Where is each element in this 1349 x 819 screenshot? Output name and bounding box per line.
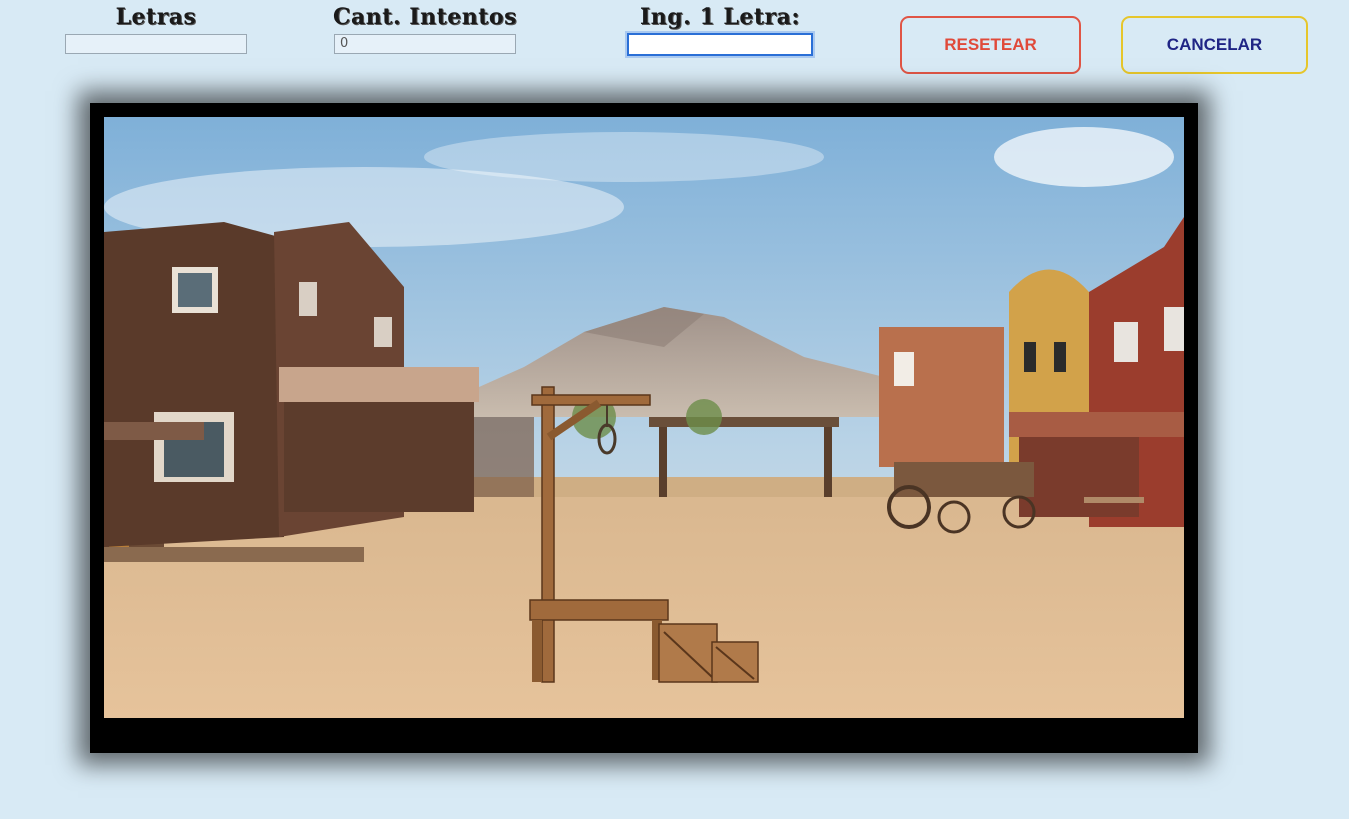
intentos-field[interactable] [334, 33, 516, 54]
intentos-label: Cant. Intentos [333, 4, 517, 30]
letras-field[interactable] [65, 33, 247, 54]
letter-input[interactable] [627, 33, 813, 56]
letras-group: Letras [63, 2, 249, 54]
letter-input-group: Ing. 1 Letra: [626, 2, 814, 56]
western-town-illustration [104, 117, 1184, 718]
game-scene [104, 117, 1184, 718]
intentos-group: Cant. Intentos [332, 2, 518, 54]
reset-button[interactable]: RESETEAR [900, 16, 1081, 74]
letras-label: Letras [115, 4, 197, 30]
letter-input-label: Ing. 1 Letra: [639, 4, 801, 30]
cancel-button[interactable]: CANCELAR [1121, 16, 1308, 74]
